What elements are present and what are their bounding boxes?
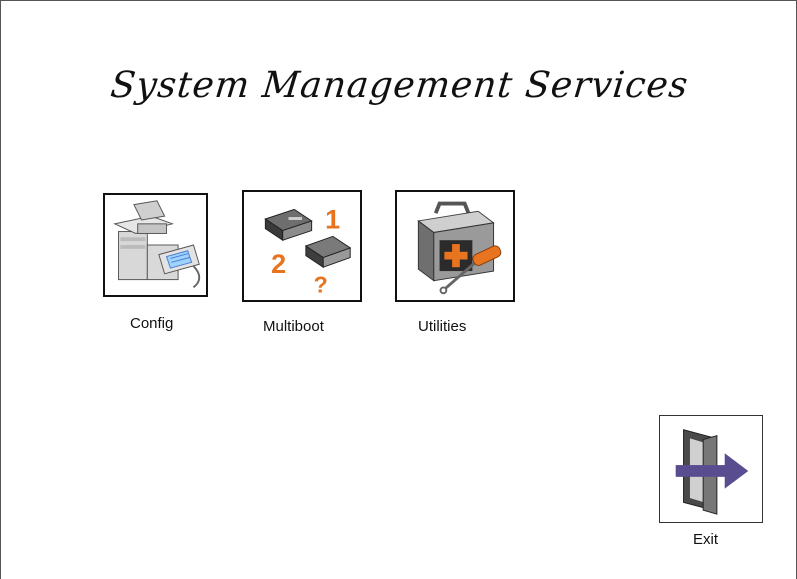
page-title: System Management Services xyxy=(108,65,691,106)
config-button[interactable] xyxy=(103,193,208,297)
config-label: Config xyxy=(130,315,174,332)
multiboot-button[interactable]: 1 2 ? xyxy=(242,190,362,302)
sms-main-screen: System Management Services Config 1 2 ? … xyxy=(0,0,797,579)
multiboot-number-two: 2 xyxy=(271,249,286,279)
exit-button[interactable] xyxy=(659,415,763,523)
utilities-label: Utilities xyxy=(418,318,467,335)
multiboot-number-one: 1 xyxy=(325,205,340,235)
toolbox-medical-icon xyxy=(417,201,502,295)
utilities-button[interactable] xyxy=(395,190,515,302)
boot-devices-icon: 1 2 ? xyxy=(264,205,352,297)
multiboot-question-mark: ? xyxy=(314,271,328,297)
exit-label: Exit xyxy=(693,531,719,548)
exit-door-arrow-icon xyxy=(675,429,749,515)
printer-fax-computer-icon xyxy=(113,200,201,289)
multiboot-label: Multiboot xyxy=(263,318,324,335)
